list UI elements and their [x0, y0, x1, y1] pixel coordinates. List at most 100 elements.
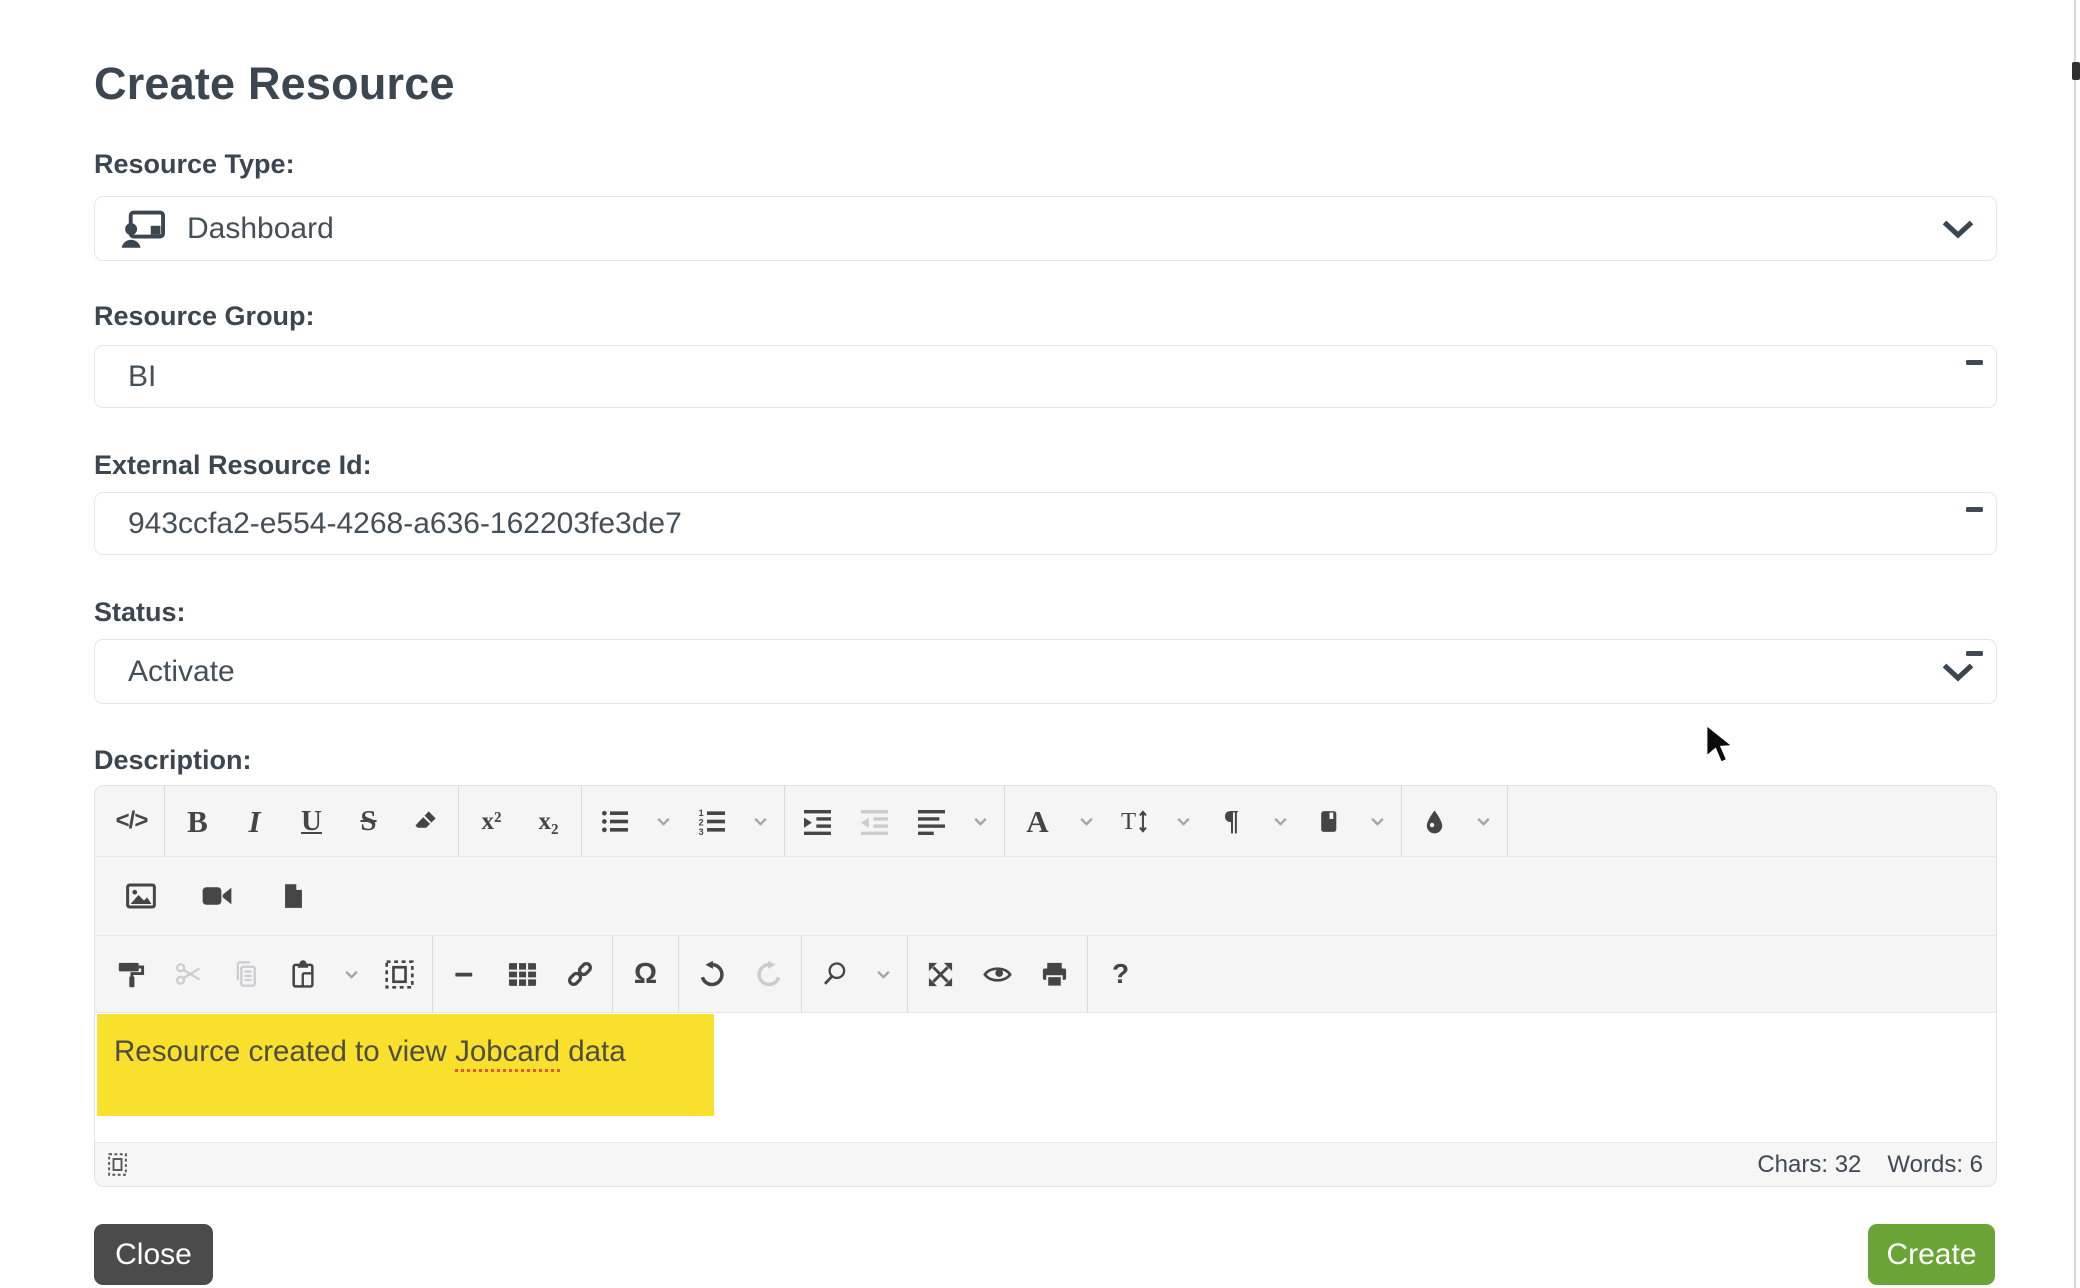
undo-button[interactable]: [683, 936, 740, 1012]
paste-icon: [289, 960, 317, 988]
colors-button[interactable]: [1406, 786, 1463, 856]
insert-video-icon: [202, 881, 232, 911]
print-button[interactable]: [1026, 936, 1083, 1012]
subscript-button[interactable]: x₂: [520, 786, 577, 856]
unordered-list-dropdown-chevron[interactable]: [643, 786, 683, 856]
align-icon: [918, 808, 945, 835]
clear-formatting-button[interactable]: [397, 786, 454, 856]
toolbar-separator: [1401, 786, 1402, 856]
horizontal-line-button[interactable]: [437, 936, 494, 1012]
paragraph-format-button[interactable]: ¶: [1203, 786, 1260, 856]
resource-group-input[interactable]: [95, 346, 1996, 407]
scrollbar-thumb[interactable]: [2072, 62, 2080, 80]
chevron-down-icon: [1272, 813, 1289, 830]
clear-formatting-icon: [412, 808, 439, 835]
field-edge-dash: [1966, 360, 1983, 365]
rich-text-editor: </> B IUSx²x₂ 123 A T ¶ Ω? Resource created to…: [94, 785, 1997, 1187]
status-select[interactable]: Activate: [94, 639, 1997, 704]
insert-video-button[interactable]: [179, 857, 255, 935]
fullscreen-button[interactable]: [912, 936, 969, 1012]
select-all-button[interactable]: [371, 936, 428, 1012]
ordered-list-button[interactable]: 123: [683, 786, 740, 856]
strikethrough-button[interactable]: S: [340, 786, 397, 856]
external-resource-id-input[interactable]: [95, 493, 1996, 554]
font-size-icon: T: [1121, 808, 1148, 835]
external-resource-id-label: External Resource Id:: [94, 450, 372, 481]
unordered-list-icon: [601, 808, 628, 835]
toolbar-separator: [1087, 936, 1088, 1012]
paste-dropdown-chevron[interactable]: [331, 936, 371, 1012]
undo-icon: [698, 960, 726, 988]
align-button[interactable]: [903, 786, 960, 856]
paragraph-format-dropdown-chevron[interactable]: [1260, 786, 1300, 856]
insert-link-icon: [565, 959, 595, 989]
chevron-down-icon: [1475, 813, 1492, 830]
scrollbar-track: [2074, 0, 2076, 1288]
page-title: Create Resource: [94, 58, 455, 110]
code-view-button[interactable]: </>: [103, 786, 160, 856]
italic-icon: I: [248, 806, 260, 837]
resource-type-label: Resource Type:: [94, 149, 295, 180]
insert-link-button[interactable]: [551, 936, 608, 1012]
svg-text:1: 1: [699, 808, 704, 818]
unordered-list-button[interactable]: [586, 786, 643, 856]
toolbar-separator: [612, 936, 613, 1012]
close-button[interactable]: Close: [94, 1224, 213, 1285]
format-painter-button[interactable]: [103, 936, 160, 1012]
chevron-down-icon: [875, 966, 892, 983]
status-value: Activate: [95, 655, 235, 689]
font-color-button[interactable]: A: [1009, 786, 1066, 856]
paste-button[interactable]: [274, 936, 331, 1012]
font-size-dropdown-chevron[interactable]: [1163, 786, 1203, 856]
paragraph-style-dropdown-chevron[interactable]: [1357, 786, 1397, 856]
insert-table-icon: [508, 960, 537, 989]
paragraph-format-icon: ¶: [1224, 807, 1240, 836]
insert-table-button[interactable]: [494, 936, 551, 1012]
paragraph-style-icon: [1316, 808, 1341, 835]
status-label: Status:: [94, 597, 186, 628]
editor-status-bar: Chars: 32 Words: 6: [95, 1143, 1996, 1186]
cut-button: [160, 936, 217, 1012]
resource-type-select[interactable]: Dashboard: [94, 196, 1997, 261]
font-size-button[interactable]: T: [1106, 786, 1163, 856]
editor-toolbar-row-1: </> B IUSx²x₂ 123 A T ¶: [95, 786, 1996, 857]
underline-button[interactable]: U: [283, 786, 340, 856]
preview-icon: [982, 960, 1013, 989]
resource-type-value: Dashboard: [187, 212, 334, 246]
superscript-button[interactable]: x²: [463, 786, 520, 856]
insert-image-icon: [126, 881, 156, 911]
italic-button[interactable]: I: [226, 786, 283, 856]
editor-content-area[interactable]: Resource created to view Jobcard data: [95, 1013, 1996, 1143]
help-button[interactable]: ?: [1092, 936, 1149, 1012]
paragraph-style-button[interactable]: [1300, 786, 1357, 856]
toolbar-separator: [581, 786, 582, 856]
zoom-button[interactable]: [806, 936, 863, 1012]
resize-grip-icon: [108, 1153, 127, 1176]
field-edge-dash: [1966, 651, 1983, 656]
special-characters-icon: Ω: [634, 960, 657, 989]
chevron-down-icon: [1175, 813, 1192, 830]
bold-button[interactable]: B: [169, 786, 226, 856]
indent-button[interactable]: [789, 786, 846, 856]
chevron-down-icon: [752, 813, 769, 830]
outdent-icon: [861, 808, 888, 835]
insert-file-button[interactable]: [255, 857, 331, 935]
ordered-list-dropdown-chevron[interactable]: [740, 786, 780, 856]
insert-image-button[interactable]: [103, 857, 179, 935]
toolbar-separator: [907, 936, 908, 1012]
font-color-dropdown-chevron[interactable]: [1066, 786, 1106, 856]
bold-icon: B: [187, 806, 208, 837]
create-button[interactable]: Create: [1868, 1224, 1995, 1285]
colors-dropdown-chevron[interactable]: [1463, 786, 1503, 856]
special-characters-button[interactable]: Ω: [617, 936, 674, 1012]
description-label: Description:: [94, 745, 252, 776]
zoom-dropdown-chevron[interactable]: [863, 936, 903, 1012]
misspelled-word: Jobcard: [455, 1035, 560, 1072]
toolbar-separator: [1507, 786, 1508, 856]
chevron-down-icon: [1940, 661, 1976, 683]
align-dropdown-chevron[interactable]: [960, 786, 1000, 856]
print-icon: [1040, 960, 1069, 989]
chevron-down-icon: [655, 813, 672, 830]
preview-button[interactable]: [969, 936, 1026, 1012]
dashboard-icon: [121, 210, 165, 248]
